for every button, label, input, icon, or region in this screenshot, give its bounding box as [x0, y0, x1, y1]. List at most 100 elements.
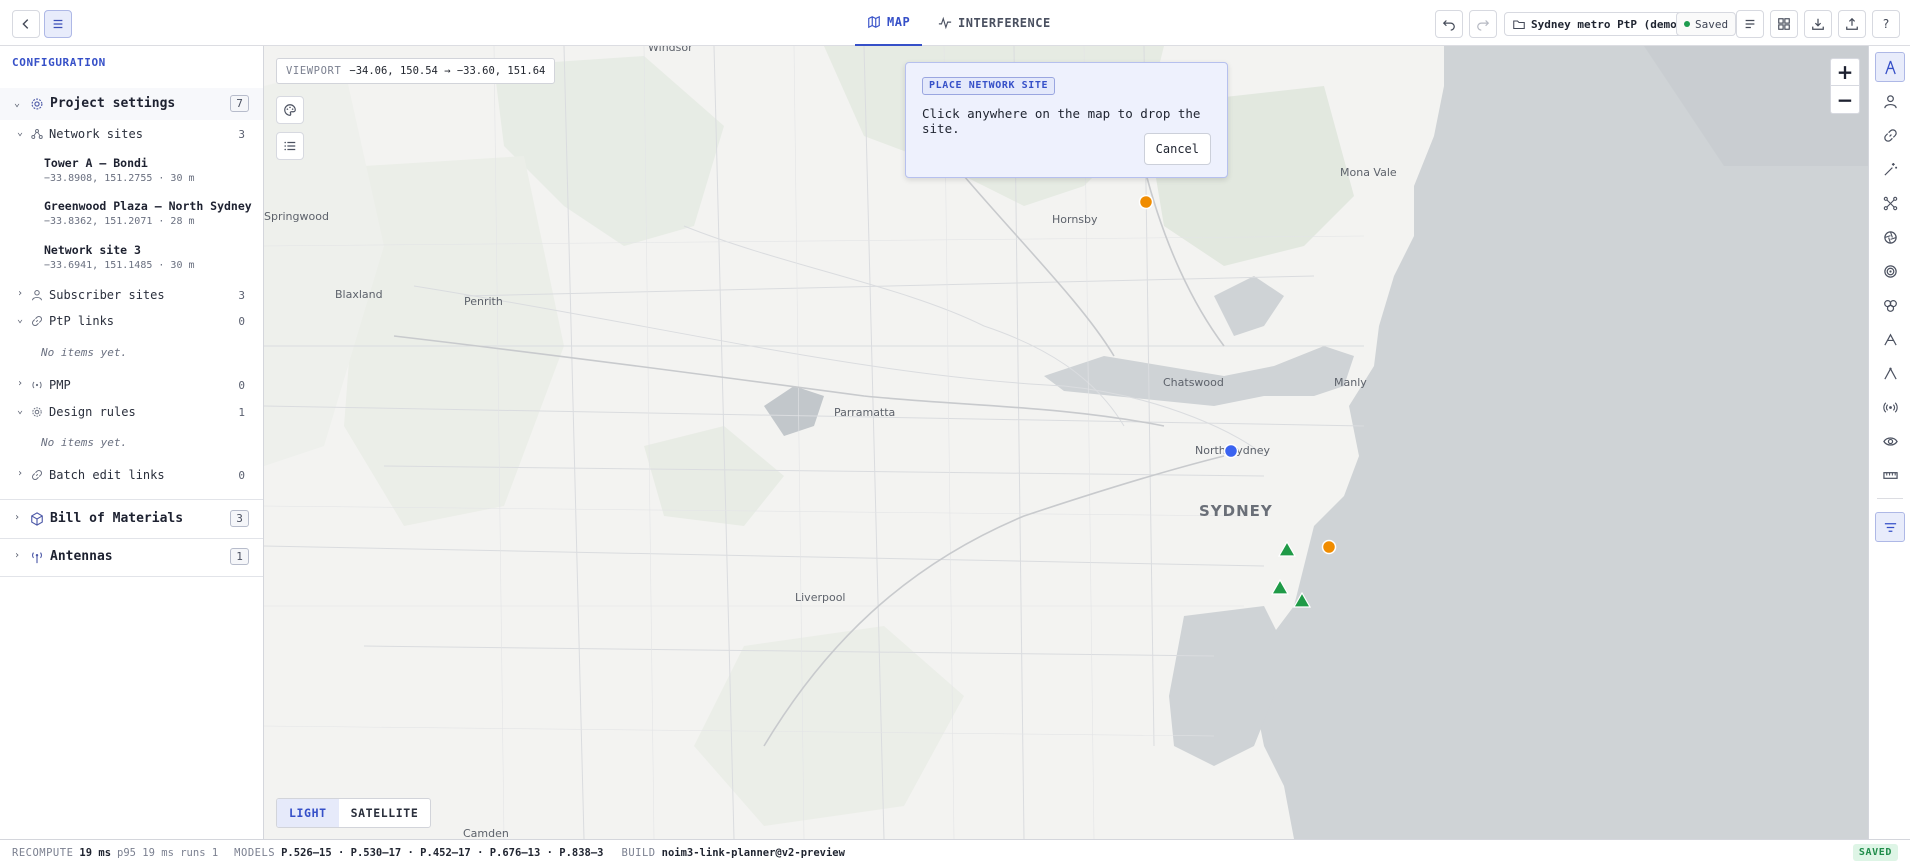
help-icon: ? [1882, 17, 1890, 31]
viewport-label: VIEWPORT [286, 65, 342, 77]
chevron-down-icon: ⌄ [13, 98, 21, 109]
group-count: 0 [238, 469, 245, 482]
group-count: 3 [238, 128, 245, 141]
filter-tool[interactable] [1875, 512, 1905, 542]
place-label-hornsby: Hornsby [1052, 213, 1098, 226]
place-subscriber-tool[interactable] [1875, 86, 1905, 116]
site-meta: −33.6941, 151.1485 · 30 m [44, 260, 195, 271]
back-button[interactable] [12, 10, 40, 38]
place-label-penrith: Penrith [464, 295, 503, 308]
cluster-tool[interactable] [1875, 290, 1905, 320]
link-tool[interactable] [1875, 120, 1905, 150]
sidebar-heading: CONFIGURATION [12, 56, 106, 69]
filter-icon [1884, 522, 1896, 532]
section-count: 1 [230, 548, 249, 565]
redo-button[interactable] [1469, 10, 1497, 38]
measure-tool[interactable] [1875, 460, 1905, 490]
place-label-sydney: SYDNEY [1199, 502, 1273, 520]
group-subscriber-sites[interactable]: › Subscriber sites 3 [0, 283, 263, 307]
undo-button[interactable] [1435, 10, 1463, 38]
basemap-satellite-option[interactable]: SATELLITE [339, 799, 431, 827]
ruler-icon [1882, 471, 1898, 479]
lines-icon [1745, 19, 1755, 29]
gear-icon [31, 98, 43, 110]
selected-site-marker[interactable] [1223, 443, 1239, 459]
path-tool[interactable] [1875, 324, 1905, 354]
toggle-sidebar-button[interactable] [44, 10, 72, 38]
minus-icon: − [1836, 87, 1854, 112]
tab-map[interactable]: MAP [855, 0, 923, 46]
subscriber-site-marker[interactable] [1271, 579, 1289, 595]
save-status-badge: Saved [1676, 12, 1737, 36]
broadcast-icon [1882, 401, 1898, 413]
chevron-right-icon: › [16, 468, 24, 479]
group-label: Network sites [49, 127, 143, 141]
group-design-rules[interactable]: ⌄ Design rules 1 [0, 400, 263, 424]
section-project-settings[interactable]: ⌄ Project settings 7 [0, 88, 263, 120]
mesh-icon [1883, 196, 1897, 210]
zoom-out-button[interactable]: − [1830, 86, 1860, 114]
map-canvas[interactable]: Windsor Springwood Blaxland Penrith Horn… [264, 46, 1868, 839]
chevron-down-icon: ⌄ [16, 314, 24, 325]
project-name: Sydney metro PtP (demo) [1531, 17, 1684, 31]
aperture-tool[interactable] [1875, 222, 1905, 252]
subscriber-site-marker[interactable] [1293, 592, 1311, 608]
group-count: 1 [238, 406, 245, 419]
section-bill-of-materials[interactable]: › Bill of Materials 3 [0, 501, 263, 536]
cancel-button[interactable]: Cancel [1143, 133, 1211, 165]
map-style-button[interactable] [276, 96, 304, 124]
group-ptp-links[interactable]: ⌄ PtP links 0 [0, 309, 263, 333]
tab-interference[interactable]: INTERFERENCE [926, 0, 1063, 46]
grid-view-button[interactable] [1770, 10, 1798, 38]
visibility-tool[interactable] [1875, 426, 1905, 456]
link-icon [32, 316, 42, 326]
subscriber-site-marker[interactable] [1278, 541, 1296, 557]
site-meta: −33.8362, 151.2071 · 28 m [44, 216, 195, 227]
activity-icon [938, 16, 952, 30]
auto-design-tool[interactable] [1875, 154, 1905, 184]
upload-button[interactable] [1838, 10, 1866, 38]
list-view-button[interactable] [1736, 10, 1764, 38]
broadcast-tool[interactable] [1875, 392, 1905, 422]
network-site-marker[interactable] [1321, 539, 1337, 555]
chevron-down-icon: ⌄ [16, 127, 24, 138]
section-title: Bill of Materials [50, 511, 184, 526]
site-name: Greenwood Plaza — North Sydney [44, 199, 252, 213]
place-network-site-tool[interactable] [1875, 52, 1905, 82]
coverage-tool[interactable] [1875, 256, 1905, 286]
tower-icon [1884, 60, 1896, 74]
chevron-right-icon: › [13, 512, 21, 523]
broadcast-icon [32, 381, 42, 389]
project-selector[interactable]: Sydney metro PtP (demo) [1504, 12, 1693, 36]
section-antennas[interactable]: › Antennas 1 [0, 539, 263, 574]
place-label-camden: Camden [463, 827, 509, 839]
build-value: noim3-link-planner@v2-preview [661, 846, 845, 859]
group-label: Batch edit links [49, 468, 165, 482]
aperture-icon [1883, 230, 1897, 244]
place-network-site-panel: PLACE NETWORK SITE Click anywhere on the… [905, 62, 1228, 178]
place-label-chatswood: Chatswood [1163, 376, 1224, 389]
link-icon [1883, 128, 1897, 142]
group-count: 3 [238, 289, 245, 302]
basemap-light-option[interactable]: LIGHT [277, 799, 339, 827]
menu-icon [53, 19, 63, 29]
place-label-parramatta: Parramatta [834, 406, 896, 419]
recompute-label: RECOMPUTE [12, 846, 74, 859]
build-label: BUILD [621, 846, 656, 859]
help-button[interactable]: ? [1872, 10, 1900, 38]
profile-tool[interactable] [1875, 358, 1905, 388]
group-batch-edit-links[interactable]: › Batch edit links 0 [0, 463, 263, 487]
divider [0, 576, 263, 577]
group-network-sites[interactable]: ⌄ Network sites 3 [0, 122, 263, 146]
undo-icon [1442, 20, 1455, 31]
network-site-marker[interactable] [1138, 194, 1154, 210]
place-label-liverpool: Liverpool [795, 591, 846, 604]
map-layers-list-button[interactable] [276, 132, 304, 160]
group-pmp[interactable]: › PMP 0 [0, 373, 263, 397]
zoom-in-button[interactable]: + [1830, 58, 1860, 86]
save-status-text: Saved [1695, 17, 1729, 31]
plus-icon: + [1836, 60, 1854, 84]
download-button[interactable] [1804, 10, 1832, 38]
mesh-tool[interactable] [1875, 188, 1905, 218]
grid-icon [1778, 18, 1790, 30]
